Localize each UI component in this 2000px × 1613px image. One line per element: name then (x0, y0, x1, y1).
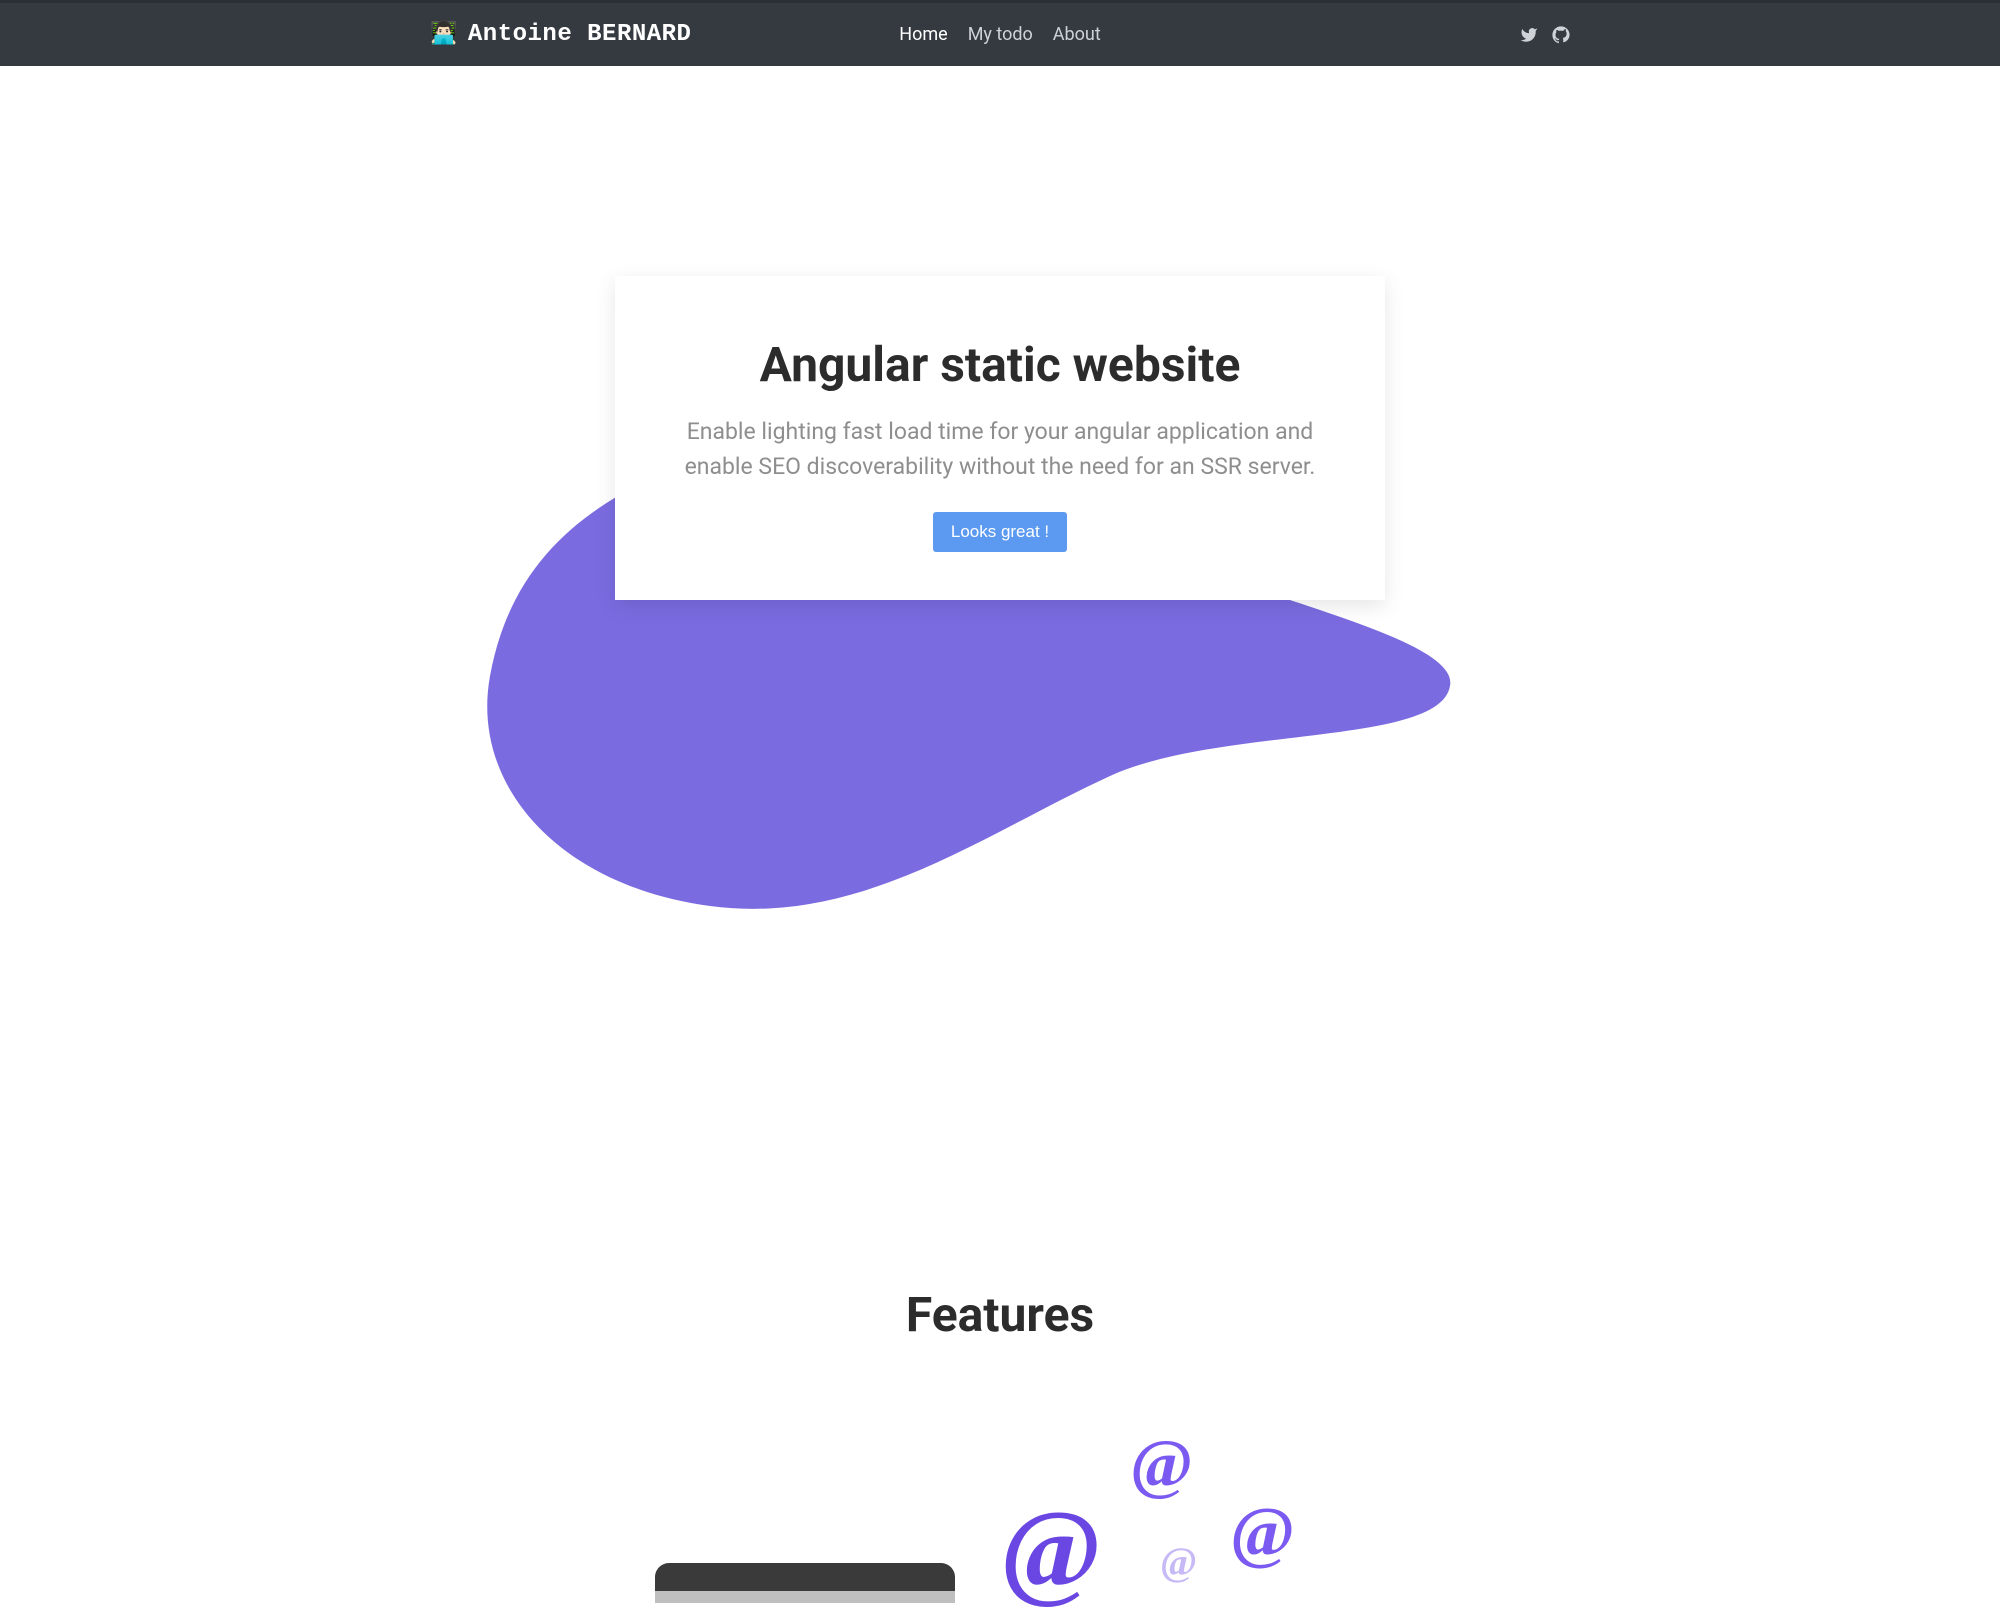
nav-link-mytodo[interactable]: My todo (968, 24, 1033, 45)
brand-last-name: BERNARD (587, 21, 691, 48)
twitter-icon[interactable] (1520, 26, 1538, 44)
at-icon: @ (1000, 1486, 1102, 1613)
features-section: Features @ @ @ @ (0, 1286, 2000, 1603)
navbar-inner: 👨🏻‍💻 Antoine BERNARD Home My todo About (430, 21, 1570, 48)
nav-social (1520, 26, 1570, 44)
navbar: 👨🏻‍💻 Antoine BERNARD Home My todo About (0, 0, 2000, 66)
nav-link-home[interactable]: Home (899, 24, 947, 45)
feature-illustrations: @ @ @ @ (0, 1423, 2000, 1603)
at-icon: @ (1160, 1538, 1197, 1585)
hero-section: Angular static website Enable lighting f… (0, 276, 2000, 1006)
cta-button[interactable]: Looks great ! (933, 512, 1067, 552)
at-icon: @ (1230, 1493, 1295, 1573)
features-title: Features (0, 1286, 2000, 1343)
github-icon[interactable] (1552, 26, 1570, 44)
nav-links: Home My todo About (899, 24, 1100, 45)
brand-first-name: Antoine (468, 21, 572, 48)
at-icon: @ (1130, 1424, 1193, 1503)
developer-emoji-icon: 👨🏻‍💻 (430, 24, 458, 46)
hero-title: Angular static website (663, 336, 1337, 393)
hero-card: Angular static website Enable lighting f… (615, 276, 1385, 600)
hero-subtitle: Enable lighting fast load time for your … (663, 415, 1337, 484)
brand-link[interactable]: 👨🏻‍💻 Antoine BERNARD (430, 21, 691, 48)
nav-link-about[interactable]: About (1053, 24, 1101, 45)
device-illustration-icon (655, 1563, 955, 1603)
